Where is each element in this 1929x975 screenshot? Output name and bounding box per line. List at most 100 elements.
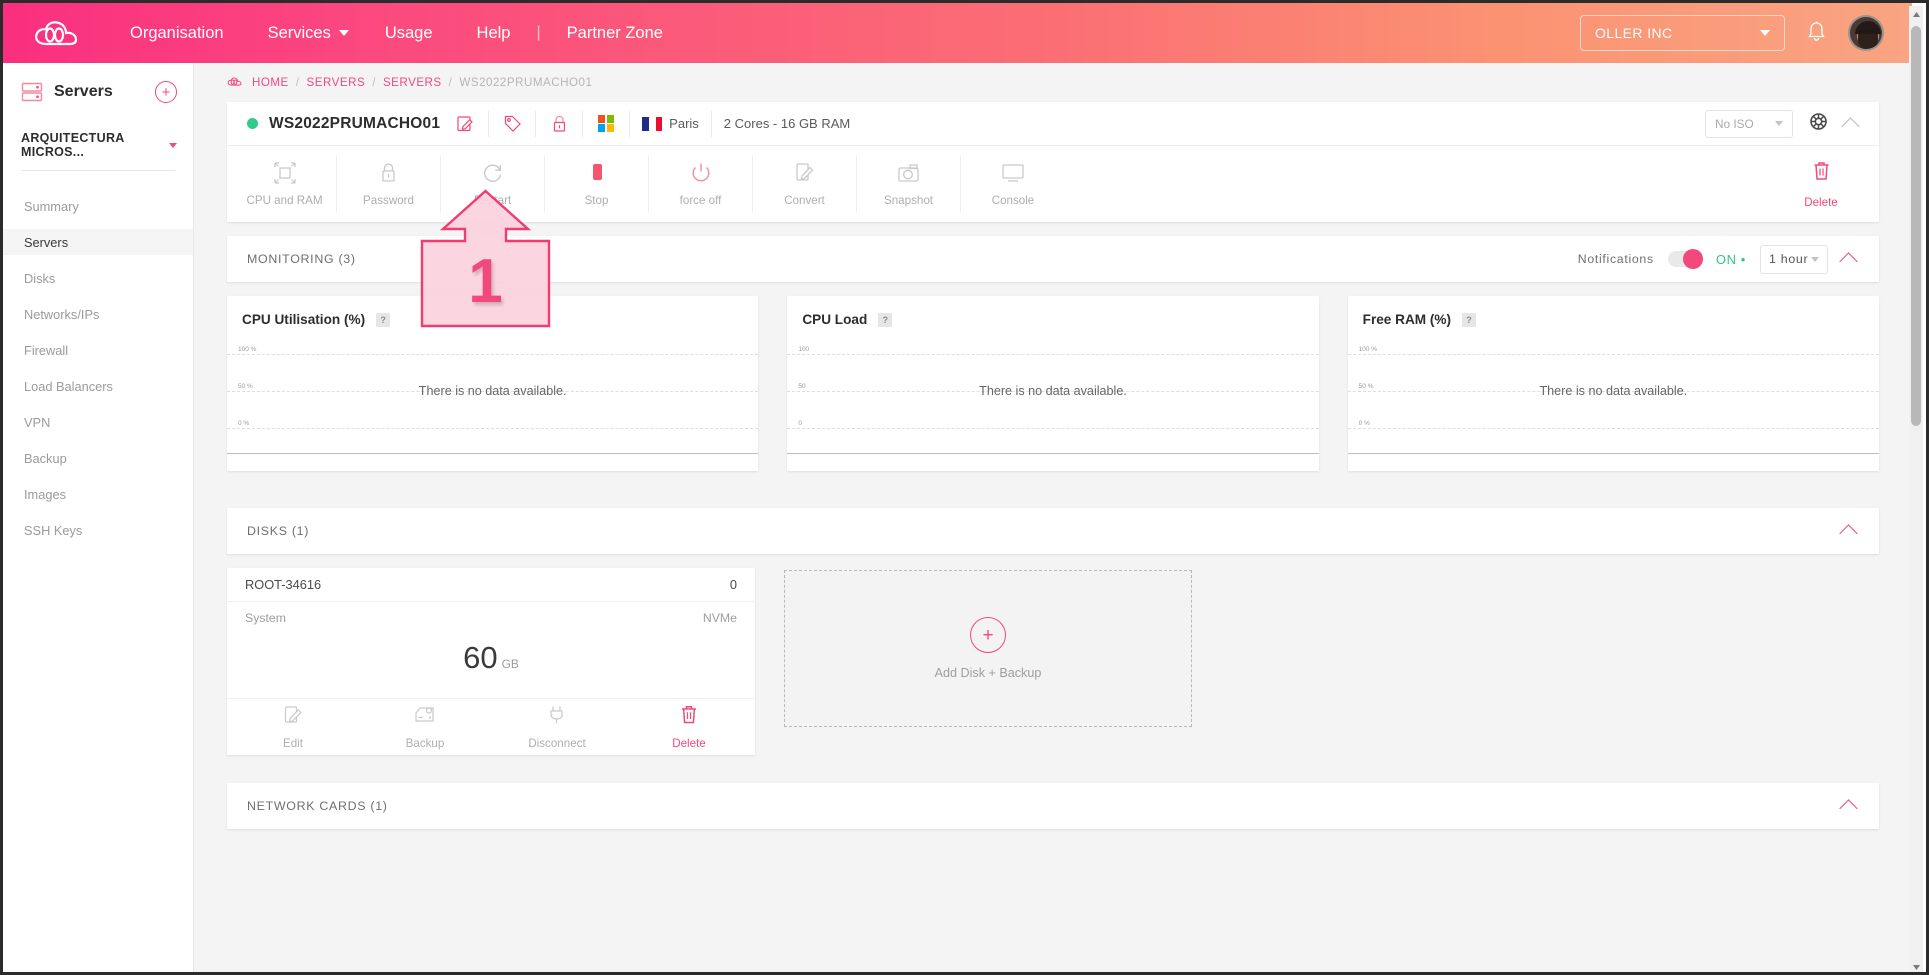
breadcrumb-servers-2[interactable]: SERVERS bbox=[383, 76, 442, 89]
action-restart[interactable]: Restart bbox=[441, 155, 545, 213]
action-stop[interactable]: Stop bbox=[545, 155, 649, 213]
convert-pencil-icon bbox=[795, 161, 815, 185]
chevron-up-icon[interactable] bbox=[1839, 252, 1858, 271]
sidebar-item-vpn[interactable]: VPN bbox=[3, 409, 193, 435]
sidebar-header: Servers + bbox=[3, 63, 193, 103]
action-convert[interactable]: Convert bbox=[753, 155, 857, 213]
breadcrumb-servers-1[interactable]: SERVERS bbox=[307, 76, 366, 89]
chart-header: Free RAM (%) ? bbox=[1348, 296, 1879, 327]
sidebar-item-summary[interactable]: Summary bbox=[3, 193, 193, 219]
nav-item-partner-zone[interactable]: Partner Zone bbox=[545, 3, 685, 63]
y-tick-label: 0 % bbox=[238, 420, 250, 427]
nav-item-services[interactable]: Services bbox=[246, 3, 353, 63]
sidebar-item-load-balancers[interactable]: Load Balancers bbox=[3, 373, 193, 399]
action-cpu-and-ram[interactable]: CPU and RAM bbox=[233, 155, 337, 213]
chart-empty-message: There is no data available. bbox=[1539, 384, 1688, 398]
chevron-up-icon[interactable] bbox=[1839, 524, 1858, 543]
tag-icon[interactable] bbox=[501, 115, 523, 133]
scrollbar-thumb[interactable] bbox=[1911, 26, 1921, 426]
disk-action-label: Delete bbox=[672, 737, 706, 750]
nav-item-usage[interactable]: Usage bbox=[363, 3, 455, 63]
nav-item-organisation[interactable]: Organisation bbox=[108, 3, 246, 63]
y-tick-label: 100 % bbox=[238, 346, 257, 353]
avatar[interactable] bbox=[1848, 15, 1884, 51]
scroll-up-arrow-icon[interactable] bbox=[1909, 6, 1923, 22]
chart-header: CPU Load ? bbox=[787, 296, 1318, 327]
divider bbox=[535, 110, 537, 137]
edit-pencil-icon[interactable] bbox=[454, 115, 476, 132]
project-selector[interactable]: ARQUITECTURA MICROS... bbox=[21, 131, 177, 159]
chart-plot-area: 100 50 0 There is no data available. bbox=[787, 344, 1319, 454]
y-tick-label: 0 % bbox=[1358, 420, 1370, 427]
nav-item-help[interactable]: Help bbox=[455, 3, 533, 63]
chevron-up-icon[interactable] bbox=[1841, 116, 1860, 136]
avatar-glasses bbox=[1858, 30, 1878, 35]
sidebar-item-networks-ips[interactable]: Networks/IPs bbox=[3, 301, 193, 327]
divider bbox=[629, 110, 631, 137]
action-label: Password bbox=[363, 194, 414, 207]
organisation-name: OLLER INC bbox=[1595, 25, 1673, 41]
organisation-selector[interactable]: OLLER INC bbox=[1580, 15, 1785, 51]
toggle-state-label: ON bbox=[1715, 251, 1737, 267]
gridline bbox=[227, 428, 759, 429]
action-console[interactable]: Console bbox=[961, 155, 1065, 213]
help-icon[interactable]: ? bbox=[1462, 312, 1477, 327]
notifications-label: Notifications bbox=[1577, 252, 1654, 266]
server-detail-card: WS2022PRUMACHO01 Paris 2 Cores - 16 GB R… bbox=[227, 102, 1879, 222]
breadcrumb-home[interactable]: HOME bbox=[252, 76, 289, 89]
disk-action-backup[interactable]: Backup bbox=[359, 699, 491, 755]
disks-section-bar: DISKS (1) bbox=[227, 508, 1879, 554]
chevron-down-icon[interactable] bbox=[338, 30, 349, 36]
chart-title: Free RAM (%) bbox=[1362, 312, 1452, 327]
server-specs: 2 Cores - 16 GB RAM bbox=[723, 116, 851, 131]
x-axis-line bbox=[1347, 453, 1879, 454]
server-action-toolbar: CPU and RAM Password Restart Stop force … bbox=[227, 146, 1879, 222]
add-server-button[interactable]: + bbox=[155, 81, 177, 103]
sidebar-item-firewall[interactable]: Firewall bbox=[3, 337, 193, 363]
disk-action-disconnect[interactable]: Disconnect bbox=[491, 699, 623, 755]
action-delete[interactable]: Delete bbox=[1769, 155, 1873, 213]
lock-icon[interactable] bbox=[548, 115, 570, 133]
disks-content: ROOT-34616 0 System NVMe 60 GB Edit Back… bbox=[194, 568, 1912, 755]
time-range-select[interactable]: 1 hour bbox=[1760, 244, 1828, 274]
add-disk-label: Add Disk + Backup bbox=[934, 666, 1042, 680]
notification-bell-icon[interactable] bbox=[1807, 21, 1826, 46]
action-password[interactable]: Password bbox=[337, 155, 441, 213]
divider bbox=[710, 110, 712, 137]
sidebar-item-label: Firewall bbox=[24, 342, 69, 358]
sidebar-item-images[interactable]: Images bbox=[3, 481, 193, 507]
iso-select[interactable]: No ISO bbox=[1705, 109, 1793, 138]
backup-disk-icon bbox=[414, 705, 436, 730]
scroll-down-arrow-icon[interactable] bbox=[1909, 959, 1923, 972]
sidebar-item-ssh-keys[interactable]: SSH Keys bbox=[3, 517, 193, 543]
cloud-icon bbox=[227, 75, 242, 90]
notifications-toggle[interactable] bbox=[1667, 249, 1703, 269]
gear-icon[interactable] bbox=[1809, 112, 1828, 136]
breadcrumb-current: WS2022PRUMACHO01 bbox=[459, 76, 593, 89]
sidebar-item-disks[interactable]: Disks bbox=[3, 265, 193, 291]
action-snapshot[interactable]: Snapshot bbox=[857, 155, 961, 213]
disk-action-delete[interactable]: Delete bbox=[623, 699, 755, 755]
chart-empty-message: There is no data available. bbox=[418, 384, 567, 398]
sidebar-item-backup[interactable]: Backup bbox=[3, 445, 193, 471]
action-force-off[interactable]: force off bbox=[649, 155, 753, 213]
toggle-state-dot: • bbox=[1740, 251, 1746, 267]
sidebar-item-label: Disks bbox=[24, 270, 56, 286]
primary-nav: Organisation Services Usage Help | Partn… bbox=[108, 3, 685, 63]
add-disk-tile[interactable]: + Add Disk + Backup bbox=[784, 570, 1192, 727]
windows-logo-icon bbox=[595, 115, 617, 132]
sidebar-item-label: Summary bbox=[24, 198, 79, 214]
disk-action-edit[interactable]: Edit bbox=[227, 699, 359, 755]
cloud-logo-icon[interactable] bbox=[3, 20, 108, 46]
monitoring-charts: CPU Utilisation (%) ? 100 % 50 % 0 % The… bbox=[194, 296, 1912, 471]
nav-separator: | bbox=[536, 24, 541, 41]
sidebar-divider bbox=[21, 170, 175, 171]
disk-count: 0 bbox=[729, 577, 737, 592]
help-icon[interactable]: ? bbox=[878, 312, 893, 327]
chart-cpu-utilisation: CPU Utilisation (%) ? 100 % 50 % 0 % The… bbox=[227, 296, 759, 471]
help-icon[interactable]: ? bbox=[376, 312, 391, 327]
toggle-knob bbox=[1682, 249, 1703, 269]
page-scrollbar[interactable] bbox=[1909, 6, 1923, 972]
chevron-up-icon[interactable] bbox=[1839, 799, 1858, 818]
sidebar-item-servers[interactable]: Servers bbox=[3, 229, 193, 255]
